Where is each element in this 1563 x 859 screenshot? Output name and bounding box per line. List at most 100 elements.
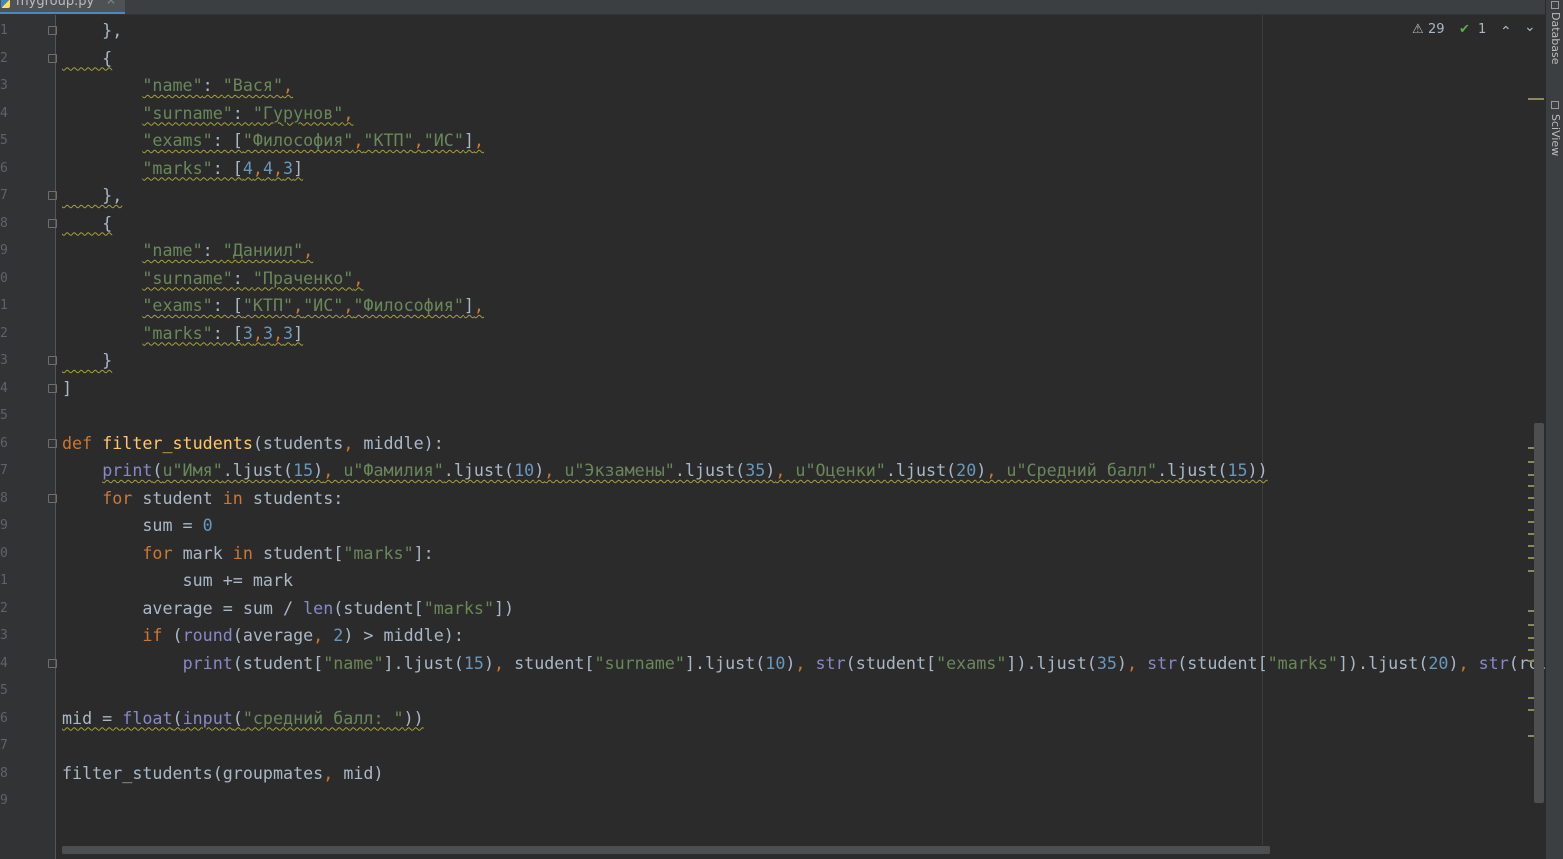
code-token: ) bbox=[483, 652, 495, 673]
code-token: , bbox=[1126, 652, 1148, 673]
fold-marker-icon[interactable] bbox=[48, 383, 57, 393]
fold-marker-icon[interactable] bbox=[48, 218, 57, 228]
code-token: in bbox=[222, 487, 253, 508]
warnings-count: 29 bbox=[1428, 22, 1445, 37]
code-line: }, bbox=[62, 17, 122, 44]
code-token: 0 bbox=[202, 515, 213, 535]
code-token: average = sum / bbox=[62, 597, 304, 618]
code-token: , bbox=[413, 130, 424, 150]
code-token: ]) bbox=[494, 597, 515, 618]
fold-marker-icon[interactable] bbox=[48, 356, 57, 365]
code-token: students: bbox=[252, 487, 344, 508]
code-token: "name" bbox=[323, 652, 384, 673]
close-tab-icon[interactable]: × bbox=[106, 0, 116, 7]
code-token: "ИС" bbox=[423, 130, 464, 150]
code-token: "name" bbox=[142, 240, 203, 260]
line-number: 0 bbox=[0, 270, 8, 286]
code-token: filter_students(groupmates bbox=[62, 762, 324, 783]
line-number: 2 bbox=[0, 600, 8, 616]
file-tab[interactable]: mygroup.py × bbox=[0, 0, 125, 14]
line-number: 4 bbox=[0, 380, 8, 396]
database-tool-button[interactable]: Database bbox=[1549, 12, 1562, 65]
code-token: ) bbox=[976, 460, 987, 480]
code-token: : bbox=[232, 102, 253, 123]
code-token: "КТП" bbox=[363, 130, 414, 150]
code-token: ] bbox=[62, 377, 73, 398]
code-token: 4 bbox=[242, 157, 253, 178]
code-line: for mark in student["marks"]: bbox=[62, 540, 433, 567]
code-token: .ljust( bbox=[443, 460, 515, 480]
code-token: u"Средний балл" bbox=[1006, 460, 1158, 480]
code-line: "surname": "Праченко", bbox=[62, 265, 363, 292]
fold-marker-icon[interactable] bbox=[48, 191, 57, 200]
code-token: ] bbox=[293, 322, 304, 343]
horizontal-scrollbar-thumb[interactable] bbox=[62, 846, 1270, 854]
stripe-mark[interactable] bbox=[1528, 98, 1544, 100]
code-token: , bbox=[353, 130, 364, 150]
code-line: ] bbox=[62, 375, 72, 402]
code-token: "средний балл: " bbox=[242, 707, 404, 728]
line-number: 8 bbox=[0, 215, 8, 231]
line-number: 1 bbox=[0, 573, 8, 588]
code-token: 3 bbox=[283, 157, 294, 178]
code-token: student[ bbox=[262, 542, 344, 563]
code-token: , bbox=[544, 460, 565, 480]
code-token: "ИС" bbox=[303, 295, 344, 315]
fold-marker-icon[interactable] bbox=[48, 26, 57, 35]
previous-highlight-icon[interactable]: ⌃ bbox=[1500, 24, 1512, 40]
code-token: ) bbox=[785, 652, 796, 673]
vertical-scrollbar-thumb[interactable] bbox=[1534, 423, 1544, 803]
code-token: filter_students bbox=[102, 432, 253, 453]
code-token: 35 bbox=[1096, 652, 1117, 673]
code-token: , bbox=[303, 240, 314, 260]
code-editor[interactable]: }, { "name": "Вася", "surname": "Гурунов… bbox=[62, 15, 1545, 843]
line-number: 1 bbox=[0, 23, 8, 38]
code-token: { bbox=[62, 47, 113, 68]
code-token: for bbox=[142, 542, 183, 563]
code-token: (student[ bbox=[1177, 652, 1268, 673]
code-token: )) bbox=[403, 707, 424, 728]
fold-marker-icon[interactable] bbox=[48, 493, 57, 503]
line-number: 9 bbox=[0, 518, 8, 533]
code-token: "surname" bbox=[142, 102, 233, 123]
fold-marker-icon[interactable] bbox=[48, 658, 57, 668]
code-token: 15 bbox=[1227, 460, 1248, 480]
code-token: , bbox=[775, 460, 796, 480]
code-line: { bbox=[62, 210, 112, 237]
code-line: def filter_students(students, middle): bbox=[62, 430, 444, 457]
code-token: , bbox=[1458, 652, 1479, 673]
line-number: 5 bbox=[0, 133, 8, 148]
code-token: , bbox=[343, 295, 354, 315]
line-number-gutter[interactable]: 1 2 3 4 5 6 7 8 9 0 1 2 3 4 5 6 7 8 9 0 1 2 3 4 5 6 7 8 9 bbox=[0, 15, 57, 859]
code-token: 3 bbox=[262, 322, 273, 343]
code-token: "marks" bbox=[142, 157, 213, 178]
code-token: print bbox=[182, 652, 233, 673]
code-token: : [ bbox=[212, 322, 243, 343]
code-token: ) bbox=[1116, 652, 1127, 673]
database-icon bbox=[1551, 1, 1559, 9]
code-line: "marks": [3,3,3] bbox=[62, 320, 303, 347]
line-number: 2 bbox=[0, 325, 8, 341]
sciview-tool-button[interactable]: SciView bbox=[1549, 114, 1562, 156]
code-line: } bbox=[62, 347, 112, 374]
code-token: (students bbox=[252, 432, 344, 453]
code-token: ) bbox=[1448, 652, 1459, 673]
code-token: middle): bbox=[363, 432, 444, 453]
code-token: "surname" bbox=[594, 652, 685, 673]
line-number: 0 bbox=[0, 545, 8, 561]
code-token: , bbox=[272, 322, 284, 343]
code-token: "Философия" bbox=[242, 130, 354, 150]
code-line: print(student["name"].ljust(15), student… bbox=[62, 650, 1545, 677]
line-number: 9 bbox=[0, 243, 8, 258]
code-token: in bbox=[232, 542, 263, 563]
fold-marker-icon[interactable] bbox=[48, 53, 57, 63]
fold-marker-icon[interactable] bbox=[48, 438, 57, 448]
code-token: (average bbox=[232, 625, 314, 645]
